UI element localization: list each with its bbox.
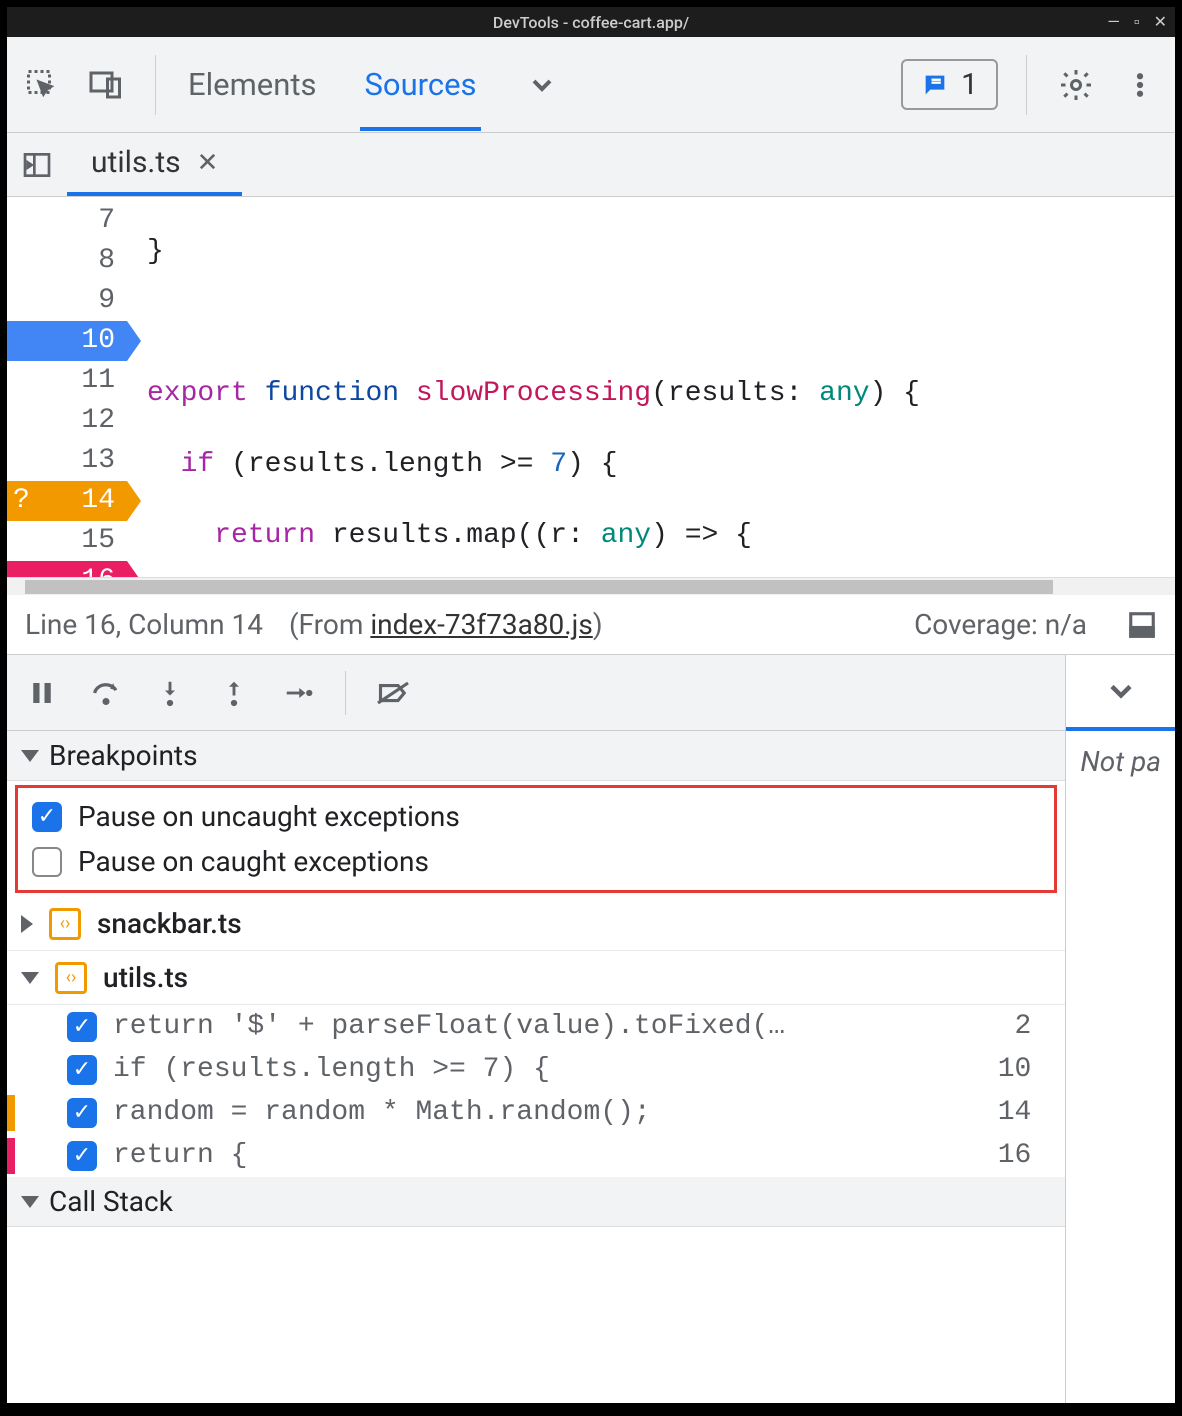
line-number[interactable]: 7 <box>7 201 127 241</box>
chevron-down-icon <box>21 972 39 984</box>
line-number[interactable]: 15 <box>7 521 127 561</box>
window-titlebar: DevTools - coffee-cart.app/ — ▫ ✕ <box>7 7 1175 37</box>
file-tab-utils[interactable]: utils.ts ✕ <box>67 133 242 196</box>
tab-sources[interactable]: Sources <box>360 38 480 131</box>
breakpoint-file-utils[interactable]: ‹› utils.ts <box>7 951 1065 1005</box>
breakpoint-item[interactable]: ✓ return '$' + parseFloat(value).toFixed… <box>7 1005 1065 1048</box>
issues-badge[interactable]: 1 <box>901 59 998 110</box>
pause-exceptions-group: ✓ Pause on uncaught exceptions Pause on … <box>15 785 1057 893</box>
ts-file-icon: ‹› <box>55 962 87 994</box>
line-number[interactable]: 9 <box>7 281 127 321</box>
step-over-icon[interactable] <box>85 672 127 714</box>
step-icon[interactable] <box>277 672 319 714</box>
checkbox-unchecked[interactable] <box>32 847 62 877</box>
more-tabs-icon[interactable] <box>521 64 563 106</box>
conditional-breakpoint-marker[interactable]: 14 <box>7 481 127 521</box>
cursor-position: Line 16, Column 14 <box>25 608 263 641</box>
pause-caught-row[interactable]: Pause on caught exceptions <box>18 839 1054 884</box>
breakpoint-item[interactable]: ✓ return { 16 <box>7 1134 1065 1177</box>
pause-icon[interactable] <box>21 672 63 714</box>
debugger-toolbar <box>7 655 1065 731</box>
deactivate-breakpoints-icon[interactable] <box>372 672 414 714</box>
code-editor[interactable]: 7 8 9 10 11 12 13 14 15 16 } export func… <box>7 197 1175 577</box>
right-panel-tabs[interactable] <box>1066 655 1175 731</box>
pause-uncaught-row[interactable]: ✓ Pause on uncaught exceptions <box>18 794 1054 839</box>
tab-elements[interactable]: Elements <box>184 38 320 131</box>
issues-count: 1 <box>961 67 978 102</box>
close-icon[interactable]: ✕ <box>1154 12 1167 32</box>
navigator-toggle-icon[interactable] <box>7 149 67 181</box>
window-title: DevTools - coffee-cart.app/ <box>493 13 689 32</box>
close-tab-icon[interactable]: ✕ <box>197 148 219 178</box>
horizontal-scrollbar[interactable] <box>7 577 1175 595</box>
issues-icon <box>921 71 949 99</box>
right-panel-content: Not pa <box>1066 731 1175 792</box>
line-number[interactable]: 8 <box>7 241 127 281</box>
line-number[interactable]: 11 <box>7 361 127 401</box>
file-tabs-bar: utils.ts ✕ <box>7 133 1175 197</box>
step-into-icon[interactable] <box>149 672 191 714</box>
breakpoint-marker[interactable]: 10 <box>7 321 127 361</box>
chevron-down-icon <box>21 750 39 762</box>
toggle-bottom-icon[interactable] <box>1127 610 1157 640</box>
file-tab-label: utils.ts <box>91 145 181 180</box>
line-number[interactable]: 13 <box>7 441 127 481</box>
ts-file-icon: ‹› <box>49 908 81 940</box>
breakpoints-section-header[interactable]: Breakpoints <box>7 731 1065 781</box>
checkbox-checked[interactable]: ✓ <box>67 1055 97 1085</box>
main-toolbar: Elements Sources 1 <box>7 37 1175 133</box>
line-number[interactable]: 12 <box>7 401 127 441</box>
callstack-section-header[interactable]: Call Stack <box>7 1177 1065 1227</box>
checkbox-checked[interactable]: ✓ <box>67 1141 97 1171</box>
kebab-menu-icon[interactable] <box>1119 64 1161 106</box>
breakpoint-item[interactable]: ✓ if (results.length >= 7) { 10 <box>7 1048 1065 1091</box>
source-map-info: (From index-73f73a80.js) <box>289 608 603 641</box>
coverage-info: Coverage: n/a <box>914 608 1087 641</box>
breakpoint-file-snackbar[interactable]: ‹› snackbar.ts <box>7 897 1065 951</box>
chevron-down-icon <box>21 1196 39 1208</box>
chevron-right-icon <box>21 915 33 933</box>
code-content[interactable]: } export function slowProcessing(results… <box>127 197 1175 577</box>
settings-icon[interactable] <box>1055 64 1097 106</box>
breakpoint-item[interactable]: ✓ random = random * Math.random(); 14 <box>7 1091 1065 1134</box>
logpoint-marker[interactable]: 16 <box>7 561 127 577</box>
more-icon[interactable] <box>1103 673 1139 709</box>
checkbox-checked[interactable]: ✓ <box>67 1098 97 1128</box>
line-gutter[interactable]: 7 8 9 10 11 12 13 14 15 16 <box>7 197 127 577</box>
checkbox-checked[interactable]: ✓ <box>67 1012 97 1042</box>
maximize-icon[interactable]: ▫ <box>1134 12 1140 32</box>
source-map-link[interactable]: index-73f73a80.js <box>370 608 592 641</box>
inspect-icon[interactable] <box>21 64 63 106</box>
editor-statusbar: Line 16, Column 14 (From index-73f73a80.… <box>7 595 1175 655</box>
checkbox-checked[interactable]: ✓ <box>32 802 62 832</box>
minimize-icon[interactable]: — <box>1107 12 1120 32</box>
step-out-icon[interactable] <box>213 672 255 714</box>
device-toggle-icon[interactable] <box>85 64 127 106</box>
